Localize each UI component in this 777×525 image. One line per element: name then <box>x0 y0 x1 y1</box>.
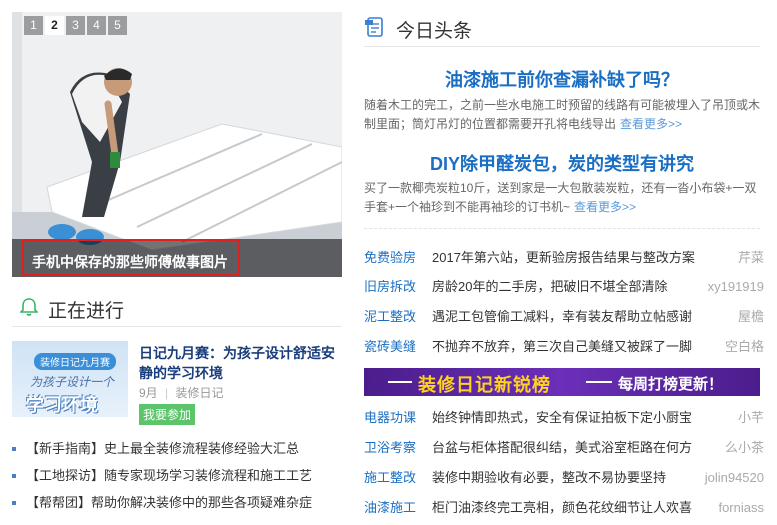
news-row[interactable]: 电器功课 始终钟情即热式，安全有保证拍板下定小厨宝 小芊 <box>364 403 764 432</box>
news-row[interactable]: 旧房拆改 房龄20年的二手房，把破旧不堪全部清除 xy191919 <box>364 272 764 301</box>
news-row[interactable]: 卫浴考察 台盆与柜体搭配很纠结，美式浴室柜路在何方 么小茶 <box>364 433 764 462</box>
news-row[interactable]: 泥工整改 遇泥工包管偷工减料，幸有装友帮助立帖感谢 屋檐 <box>364 302 764 331</box>
news-user[interactable]: 芹菜 <box>731 243 764 272</box>
news-row[interactable]: 施工整改 装修中期验收有必要，整改不易协要坚持 jolin94520 <box>364 463 764 492</box>
news-row[interactable]: 免费验房 2017年第六站，更新验房报告结果与整改方案 芹菜 <box>364 243 764 272</box>
guide-link[interactable]: 【工地探访】随专家现场学习装修流程和施工工艺 <box>12 462 342 489</box>
news-user[interactable]: forniass <box>712 493 764 522</box>
activity-image-line1: 为孩子设计一个 <box>30 375 115 389</box>
news-title[interactable]: 台盆与柜体搭配很纠结，美式浴室柜路在何方 <box>432 440 692 455</box>
activity-thumbnail[interactable]: 装修日记九月赛 为孩子设计一个 学习环境 <box>12 341 128 417</box>
news-user[interactable]: 屋檐 <box>731 302 764 331</box>
news-title[interactable]: 装修中期验收有必要，整改不易协要坚持 <box>432 470 666 485</box>
more-link[interactable]: 查看更多>> <box>620 117 682 131</box>
divider <box>364 228 760 229</box>
slide-caption[interactable]: 手机中保存的那些师傅做事图片 <box>32 252 228 272</box>
headline-desc-text: 随着木工的完工，之前一些水电施工时预留的线路有可能被埋入了吊顶或木制里面；筒灯吊… <box>364 98 761 131</box>
banner-arrow-left <box>388 381 412 383</box>
activity-meta: 9月 | 装修日记 <box>139 386 224 400</box>
headline-title[interactable]: DIY除甲醛炭包，炭的类型有讲究 <box>364 150 760 176</box>
image-slider[interactable]: 1 2 3 4 5 手机中保存的那些师傅做事图片 <box>12 12 342 277</box>
news-user[interactable]: jolin94520 <box>698 463 764 492</box>
slider-page-5[interactable]: 5 <box>108 16 127 35</box>
slider-page-4[interactable]: 4 <box>87 16 106 35</box>
headlines-title: 今日头条 <box>396 20 473 42</box>
news-user[interactable]: 么小茶 <box>718 433 764 462</box>
headline-desc-text: 买了一款椰壳炭粒10斤，送到家是一大包散装炭粒，还有一沓小布袋+一双手套+一个袖… <box>364 181 757 214</box>
activity-source: 装修日记 <box>175 386 224 400</box>
news-doc-icon <box>364 16 386 43</box>
banner-arrow-mid <box>586 381 612 383</box>
news-category[interactable]: 泥工整改 <box>364 302 432 331</box>
guide-link[interactable]: 【新手指南】史上最全装修流程装修经验大汇总 <box>12 435 342 462</box>
diary-rank-banner[interactable]: 装修日记新锐榜 每周打榜更新！ <box>364 368 760 396</box>
news-row[interactable]: 油漆施工 柜门油漆终完工亮相，颜色花纹细节让人欢喜 forniass <box>364 493 764 522</box>
ongoing-title: 正在进行 <box>48 300 125 322</box>
guide-links: 【新手指南】史上最全装修流程装修经验大汇总 【工地探访】随专家现场学习装修流程和… <box>12 435 342 516</box>
news-user[interactable]: 空白格 <box>718 332 764 361</box>
bell-icon <box>19 297 39 322</box>
news-title[interactable]: 遇泥工包管偷工减料，幸有装友帮助立帖感谢 <box>432 309 692 324</box>
news-title[interactable]: 始终钟情即热式，安全有保证拍板下定小厨宝 <box>432 410 692 425</box>
news-row[interactable]: 瓷砖美缝 不抛弃不放弃，第三次自己美缝又被踩了一脚 空白格 <box>364 332 764 361</box>
guide-link[interactable]: 【帮帮团】帮助你解决装修中的那些各项疑难杂症 <box>12 489 342 516</box>
banner-sub-text: 每周打榜更新！ <box>618 376 724 393</box>
slider-pagination: 1 2 3 4 5 <box>24 16 127 35</box>
news-title[interactable]: 房龄20年的二手房，把破旧不堪全部清除 <box>432 279 667 294</box>
news-category[interactable]: 电器功课 <box>364 403 432 432</box>
news-user[interactable]: xy191919 <box>701 272 764 301</box>
join-button[interactable]: 我要参加 <box>139 404 196 425</box>
activity-image-line2: 学习环境 <box>26 395 98 415</box>
slider-page-2[interactable]: 2 <box>45 16 64 35</box>
activity-image-tag: 装修日记九月赛 <box>34 353 116 370</box>
news-title[interactable]: 柜门油漆终完工亮相，颜色花纹细节让人欢喜 <box>432 500 692 515</box>
left-column: 1 2 3 4 5 手机中保存的那些师傅做事图片 <box>12 12 342 277</box>
slider-page-3[interactable]: 3 <box>66 16 85 35</box>
activity-month: 9月 <box>139 386 158 400</box>
news-title[interactable]: 2017年第六站，更新验房报告结果与整改方案 <box>432 250 695 265</box>
activity-title[interactable]: 日记九月赛：为孩子设计舒适安静的学习环境 <box>139 343 339 383</box>
news-category[interactable]: 免费验房 <box>364 243 432 272</box>
headline-desc: 随着木工的完工，之前一些水电施工时预留的线路有可能被埋入了吊顶或木制里面；筒灯吊… <box>364 96 760 134</box>
ongoing-activity-card: 装修日记九月赛 为孩子设计一个 学习环境 日记九月赛：为孩子设计舒适安静的学习环… <box>12 341 342 427</box>
slide-photo[interactable] <box>12 12 342 277</box>
ongoing-section-header: 正在进行 <box>12 292 342 327</box>
banner-main-text: 装修日记新锐榜 <box>418 375 551 395</box>
more-link[interactable]: 查看更多>> <box>574 200 636 214</box>
news-category[interactable]: 油漆施工 <box>364 493 432 522</box>
slider-page-1[interactable]: 1 <box>24 16 43 35</box>
news-user[interactable]: 小芊 <box>731 403 764 432</box>
news-category[interactable]: 瓷砖美缝 <box>364 332 432 361</box>
news-category[interactable]: 施工整改 <box>364 463 432 492</box>
headline-title[interactable]: 油漆施工前你查漏补缺了吗？ <box>364 66 760 92</box>
news-title[interactable]: 不抛弃不放弃，第三次自己美缝又被踩了一脚 <box>432 339 692 354</box>
headlines-header: 今日头条 <box>364 12 760 47</box>
headline-desc: 买了一款椰壳炭粒10斤，送到家是一大包散装炭粒，还有一沓小布袋+一双手套+一个袖… <box>364 179 760 217</box>
news-category[interactable]: 旧房拆改 <box>364 272 432 301</box>
news-category[interactable]: 卫浴考察 <box>364 433 432 462</box>
